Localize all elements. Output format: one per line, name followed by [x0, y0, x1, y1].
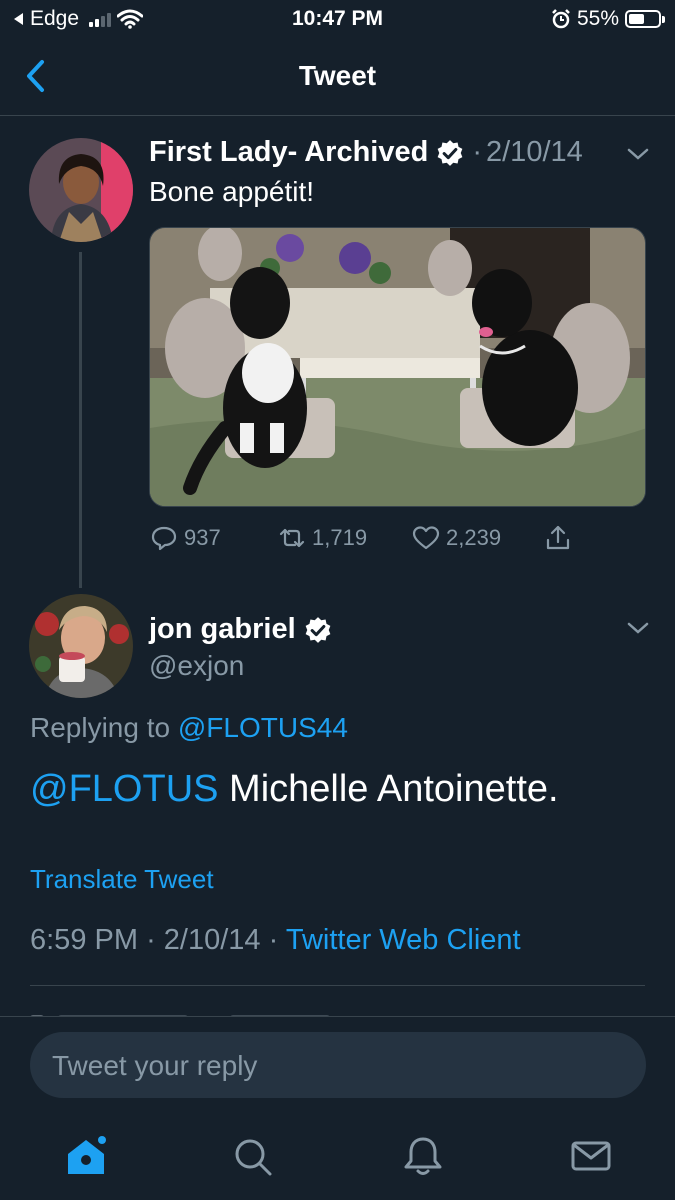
share-icon[interactable]	[544, 524, 572, 552]
status-right: 55%	[551, 7, 665, 31]
reply-count: 937	[184, 525, 221, 550]
battery-icon	[625, 10, 665, 28]
translate-tweet-link[interactable]: Translate Tweet	[30, 864, 214, 895]
status-bar: Edge 10:47 PM 55%	[0, 0, 675, 38]
reply-input-placeholder[interactable]: Tweet your reply	[52, 1050, 257, 1082]
page-title: Tweet	[298, 60, 377, 91]
tweet-date: 2/10/14	[163, 924, 261, 956]
tweet-date[interactable]: 2/10/14	[486, 136, 583, 169]
replying-to-link[interactable]: @FLOTUS44	[178, 712, 348, 743]
tweet-metadata: 6:59 PM · 2/10/14 · Twitter Web Client	[30, 924, 521, 957]
messages-icon[interactable]	[569, 1134, 613, 1178]
tweet-time: 6:59 PM	[30, 924, 138, 956]
like-count: 2,239	[446, 525, 502, 550]
retweet-count: 1,719	[312, 525, 368, 550]
verified-badge-icon	[305, 616, 331, 643]
author-handle[interactable]: @exjon	[149, 650, 244, 682]
replying-to-line: Replying to @FLOTUS44	[30, 712, 348, 744]
divider	[0, 1016, 675, 1017]
author-name[interactable]: First Lady- Archived	[149, 136, 428, 169]
avatar[interactable]	[29, 138, 133, 242]
replying-prefix: Replying to	[30, 712, 171, 743]
thread-connector	[79, 252, 82, 588]
battery-percent: 55%	[576, 7, 619, 30]
chevron-down-icon[interactable]	[626, 146, 650, 162]
tweet-text: Bone appétit!	[149, 176, 315, 207]
meta-separator: ·	[146, 924, 156, 956]
chevron-down-icon[interactable]	[626, 620, 650, 636]
reply-composer[interactable]: Tweet your reply	[30, 1032, 646, 1098]
like-action[interactable]: 2,239	[412, 524, 501, 552]
retweet-action[interactable]: 1,719	[278, 524, 367, 552]
tweet-actions: 937 1,719 2,239	[150, 524, 590, 558]
home-icon[interactable]	[64, 1134, 108, 1178]
notifications-icon[interactable]	[401, 1134, 445, 1178]
divider	[30, 985, 645, 986]
avatar[interactable]	[29, 594, 133, 698]
reply-action[interactable]: 937	[150, 524, 221, 552]
heart-icon[interactable]	[412, 524, 440, 552]
tweet-photo[interactable]	[149, 227, 646, 507]
alarm-icon	[552, 9, 570, 29]
verified-badge-icon	[437, 139, 463, 166]
date-separator: ·	[472, 136, 482, 168]
tweet-author[interactable]: First Lady- Archived · 2/10/14	[149, 136, 583, 169]
navigation-bar: Tweet	[0, 40, 675, 116]
meta-separator: ·	[268, 924, 279, 956]
tweet-body: Michelle Antoinette.	[218, 768, 559, 810]
tweet-text: @FLOTUS Michelle Antoinette.	[30, 768, 559, 811]
mention-link[interactable]: @FLOTUS	[30, 768, 218, 810]
client-link[interactable]: Twitter Web Client	[286, 924, 521, 956]
retweet-icon[interactable]	[278, 524, 306, 552]
reply-icon[interactable]	[150, 524, 178, 552]
tweet-author[interactable]: jon gabriel	[149, 613, 332, 646]
share-action[interactable]	[544, 524, 572, 552]
tab-bar	[0, 1110, 675, 1200]
search-icon[interactable]	[230, 1134, 274, 1178]
author-name[interactable]: jon gabriel	[149, 613, 296, 646]
